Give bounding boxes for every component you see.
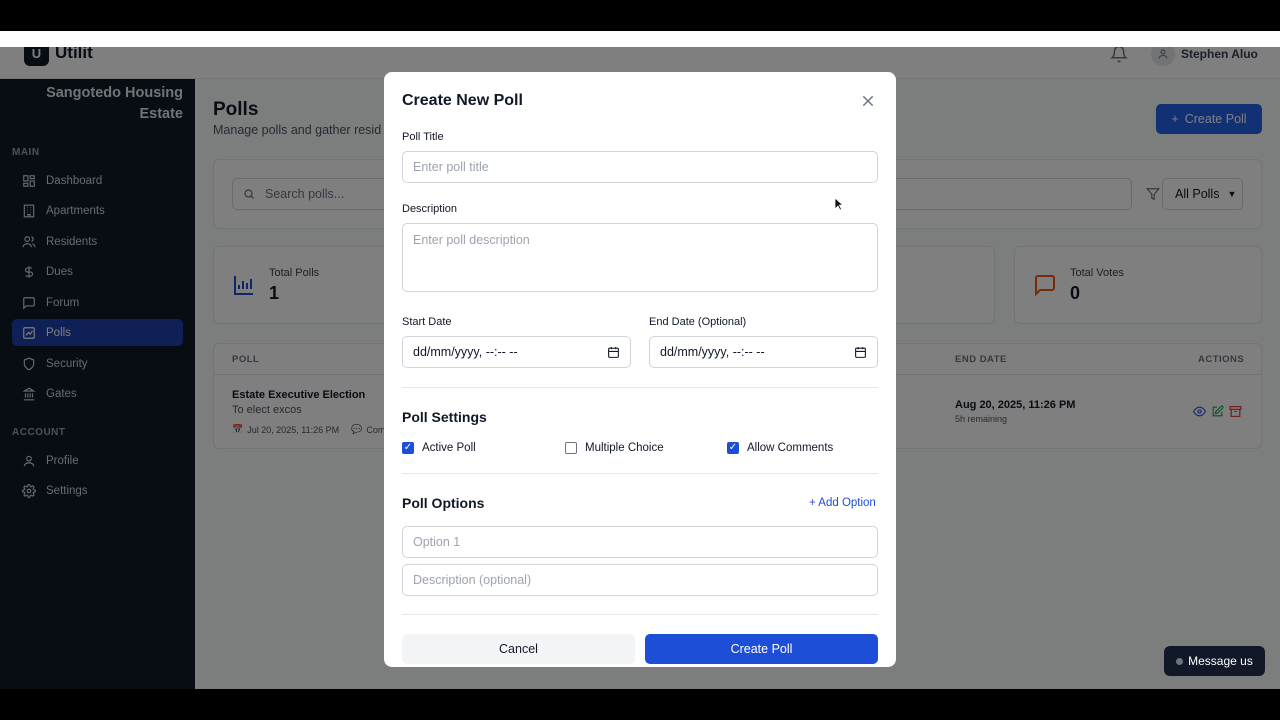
multiple-choice-checkbox[interactable]: Multiple Choice	[565, 442, 664, 454]
option-1-input[interactable]: Option 1	[402, 526, 878, 558]
poll-title-label: Poll Title	[402, 131, 444, 143]
create-poll-submit-button[interactable]: Create Poll	[645, 634, 878, 664]
checkbox-checked[interactable]: ✓	[727, 442, 739, 454]
plus-icon: +	[809, 497, 819, 509]
allow-comments-label: Allow Comments	[747, 442, 834, 454]
add-option-button[interactable]: + Add Option	[809, 497, 876, 509]
poll-options-title: Poll Options	[402, 495, 485, 511]
checkbox-checked[interactable]: ✓	[402, 442, 414, 454]
start-date-value: dd/mm/yyyy, --:-- --	[413, 345, 518, 359]
start-date-label: Start Date	[402, 316, 452, 328]
create-poll-modal: Create New Poll Poll Title Enter poll ti…	[384, 72, 896, 667]
description-placeholder: Enter poll description	[413, 233, 530, 247]
active-poll-checkbox[interactable]: ✓ Active Poll	[402, 442, 476, 454]
cursor-icon	[834, 197, 844, 211]
calendar-icon[interactable]	[607, 346, 620, 359]
message-us-label: Message us	[1188, 654, 1253, 668]
option-1-placeholder: Option 1	[413, 535, 461, 549]
message-us-button[interactable]: Message us	[1164, 646, 1265, 676]
divider	[402, 387, 878, 388]
divider	[402, 473, 878, 474]
poll-title-input[interactable]: Enter poll title	[402, 151, 878, 183]
poll-settings-title: Poll Settings	[402, 409, 487, 425]
divider	[402, 614, 878, 615]
end-date-value: dd/mm/yyyy, --:-- --	[660, 345, 765, 359]
cancel-button[interactable]: Cancel	[402, 634, 635, 664]
multiple-choice-label: Multiple Choice	[585, 442, 664, 454]
active-poll-label: Active Poll	[422, 442, 476, 454]
app-frame: U Utilit Stephen Aluo Sangotedo Housing …	[0, 31, 1280, 689]
option-1-description-input[interactable]: Description (optional)	[402, 564, 878, 596]
checkbox-unchecked[interactable]	[565, 442, 577, 454]
calendar-icon[interactable]	[854, 346, 867, 359]
start-date-input[interactable]: dd/mm/yyyy, --:-- --	[402, 336, 631, 368]
option-description-placeholder: Description (optional)	[413, 573, 532, 587]
poll-title-placeholder: Enter poll title	[413, 160, 489, 174]
check-icon: ✓	[403, 442, 413, 453]
modal-title: Create New Poll	[402, 92, 523, 109]
check-icon: ✓	[728, 442, 738, 453]
end-date-input[interactable]: dd/mm/yyyy, --:-- --	[649, 336, 878, 368]
end-date-label: End Date (Optional)	[649, 316, 747, 328]
description-textarea[interactable]: Enter poll description	[402, 223, 878, 292]
close-icon[interactable]	[861, 94, 875, 108]
description-label: Description	[402, 203, 458, 215]
allow-comments-checkbox[interactable]: ✓ Allow Comments	[727, 442, 833, 454]
top-strip	[0, 31, 1280, 47]
add-option-label: Add Option	[818, 497, 876, 509]
status-dot-icon	[1176, 657, 1184, 665]
